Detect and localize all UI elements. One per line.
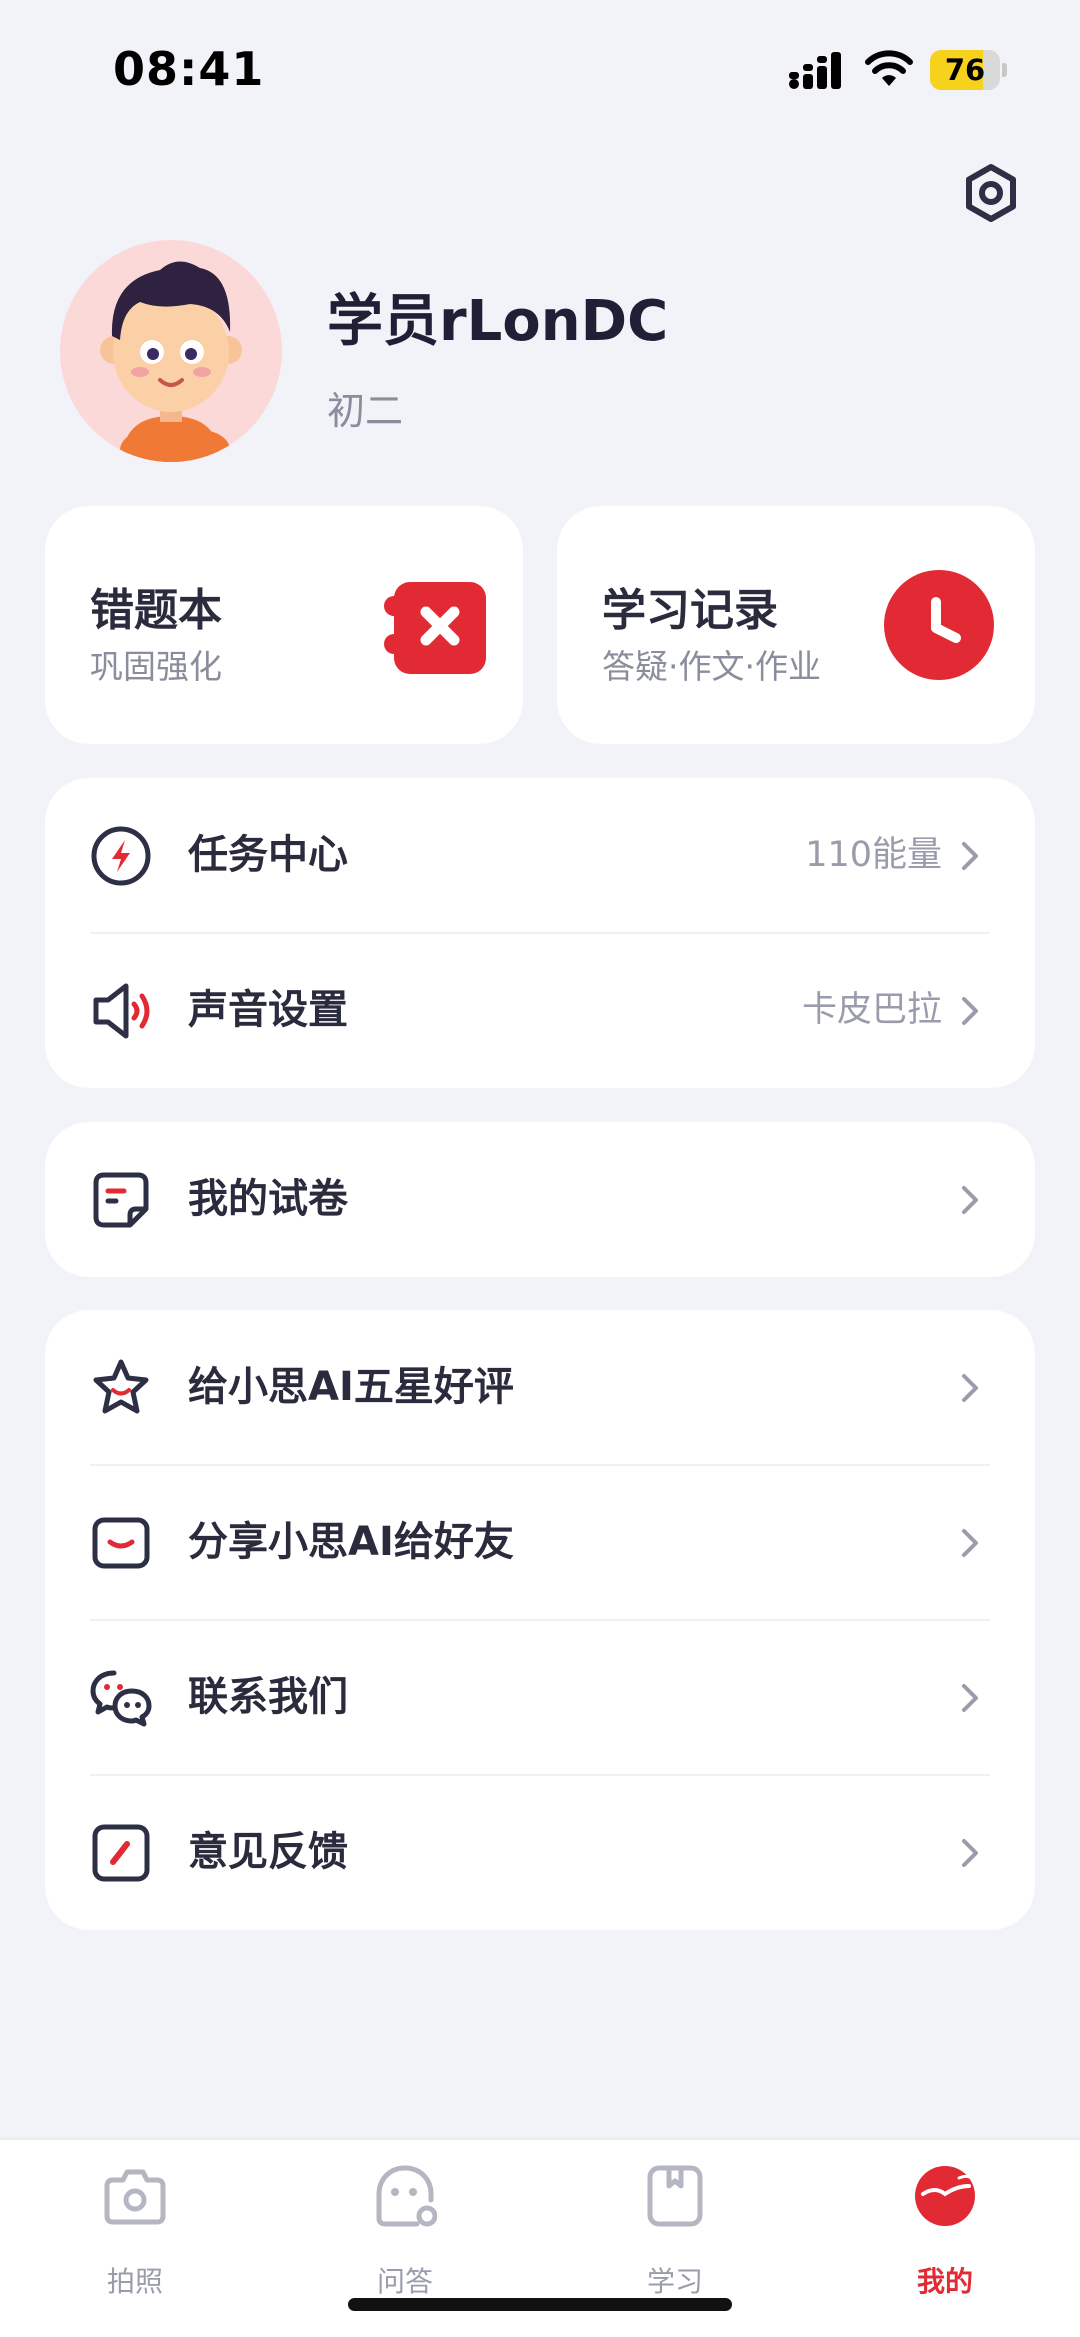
tab-profile[interactable]: 我的 (810, 2140, 1080, 2337)
share-app-row[interactable]: 分享小思AI给好友 (45, 1465, 1035, 1620)
share-icon (92, 1517, 150, 1569)
feedback-row[interactable]: 意见反馈 (45, 1775, 1035, 1930)
tab-qa-label: 问答 (376, 2265, 433, 2298)
feedback-icon (92, 1824, 150, 1882)
wrong-book-subtitle: 巩固强化 (90, 647, 222, 686)
star-icon (93, 1359, 149, 1414)
speaker-icon (93, 983, 150, 1039)
wechat-icon (90, 1670, 152, 1727)
tab-profile-label: 我的 (916, 2265, 973, 2298)
battery-percent: 76 (944, 53, 986, 87)
tab-study-label: 学习 (646, 2265, 703, 2298)
chevron-right-icon (962, 1839, 978, 1867)
chevron-right-icon (962, 1374, 978, 1402)
avatar[interactable] (60, 240, 282, 462)
study-record-title: 学习记录 (602, 585, 778, 636)
lightning-icon (91, 826, 151, 886)
study-record-subtitle: 答疑·作文·作业 (602, 647, 821, 686)
chevron-right-icon (962, 997, 978, 1025)
tab-camera-label: 拍照 (106, 2265, 163, 2298)
rate-app-row[interactable]: 给小思AI五星好评 (45, 1310, 1035, 1465)
task-center-label: 任务中心 (188, 832, 348, 878)
wrong-book-title: 错题本 (90, 585, 222, 636)
settings-group-3: 给小思AI五星好评 分享小思AI给好友 联系我们 意见反馈 (45, 1310, 1035, 1930)
task-center-row[interactable]: 任务中心 110能量 (45, 778, 1035, 933)
profile-smile-icon (915, 2166, 975, 2226)
chat-bubble-icon (376, 2165, 437, 2227)
rate-app-label: 给小思AI五星好评 (188, 1364, 514, 1410)
study-record-card[interactable]: 学习记录 答疑·作文·作业 (557, 506, 1035, 744)
tab-camera[interactable]: 拍照 (0, 2140, 270, 2337)
task-center-value: 110能量 (805, 835, 942, 875)
wifi-icon (865, 50, 913, 86)
home-indicator (348, 2298, 732, 2311)
battery-indicator: 76 (930, 50, 1007, 90)
sound-settings-value: 卡皮巴拉 (801, 990, 942, 1030)
feedback-label: 意见反馈 (188, 1829, 348, 1875)
my-test-papers-label: 我的试卷 (188, 1176, 348, 1222)
settings-button[interactable] (958, 160, 1024, 226)
my-test-papers-row[interactable]: 我的试卷 (45, 1122, 1035, 1277)
contact-us-label: 联系我们 (188, 1674, 348, 1720)
chevron-right-icon (962, 1684, 978, 1712)
grade-label: 初二 (327, 389, 404, 433)
username: 学员rLonDC (327, 289, 669, 354)
contact-us-row[interactable]: 联系我们 (45, 1620, 1035, 1775)
test-paper-icon (93, 1172, 149, 1228)
chevron-right-icon (962, 842, 978, 870)
status-time: 08:41 (113, 42, 265, 96)
book-icon (647, 2165, 703, 2227)
camera-icon (104, 2169, 166, 2225)
chevron-right-icon (962, 1529, 978, 1557)
wrong-book-icon (384, 582, 486, 674)
cellular-signal-icon (789, 52, 841, 89)
status-bar: 08:41 76 (0, 0, 1080, 140)
share-app-label: 分享小思AI给好友 (188, 1519, 514, 1565)
sound-settings-row[interactable]: 声音设置 卡皮巴拉 (45, 933, 1035, 1088)
chevron-right-icon (962, 1186, 978, 1214)
wrong-book-card[interactable]: 错题本 巩固强化 (45, 506, 523, 744)
settings-group-2: 我的试卷 (45, 1122, 1035, 1277)
settings-group-1: 任务中心 110能量 声音设置 卡皮巴拉 (45, 778, 1035, 1088)
clock-icon (884, 570, 994, 680)
cartoon-boy-avatar (100, 261, 242, 462)
gear-icon (966, 164, 1016, 222)
sound-settings-label: 声音设置 (188, 987, 348, 1033)
